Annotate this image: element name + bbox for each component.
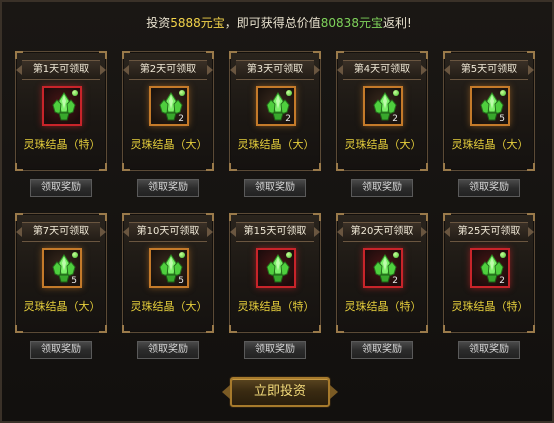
- item-quantity: 2: [499, 276, 505, 286]
- item-name: 灵珠结晶（大）: [344, 138, 422, 151]
- investment-panel: 投资5888元宝，即可获得总价值80838元宝返利! 第1天可领取 灵珠结晶（特…: [0, 0, 554, 423]
- item-quantity: 5: [71, 276, 77, 286]
- reward-card-day-7: 第7天可领取 5 灵珠结晶（大） 领取奖励: [15, 213, 107, 363]
- claim-reward-button[interactable]: 领取奖励: [458, 341, 520, 359]
- item-quantity: 5: [178, 276, 184, 286]
- bound-indicator-icon: [393, 90, 399, 96]
- item-slot[interactable]: 2: [256, 86, 296, 126]
- item-slot[interactable]: 2: [363, 86, 403, 126]
- item-name: 灵珠结晶（特）: [344, 300, 422, 313]
- header-suffix: 返利!: [382, 16, 412, 30]
- card-frame: 第20天可领取 2 灵珠结晶（特）: [336, 213, 428, 333]
- reward-card-day-3: 第3天可领取 2 灵珠结晶（大） 领取奖励: [229, 51, 321, 201]
- day-label: 第1天可领取: [16, 60, 106, 80]
- item-slot[interactable]: 5: [42, 248, 82, 288]
- card-frame: 第4天可领取 2 灵珠结晶（大）: [336, 51, 428, 171]
- claim-reward-button[interactable]: 领取奖励: [30, 341, 92, 359]
- day-label: 第15天可领取: [230, 222, 320, 242]
- item-name: 灵珠结晶（大）: [23, 300, 101, 313]
- reward-card-day-15: 第15天可领取 灵珠结晶（特） 领取奖励: [229, 213, 321, 363]
- header-middle: ，即可获得总价值: [224, 16, 321, 30]
- reward-card-day-25: 第25天可领取 2 灵珠结晶（特） 领取奖励: [443, 213, 535, 363]
- total-value: 80838元宝: [320, 16, 383, 30]
- bound-indicator-icon: [179, 90, 185, 96]
- card-frame: 第7天可领取 5 灵珠结晶（大）: [15, 213, 107, 333]
- item-slot[interactable]: 2: [363, 248, 403, 288]
- bound-indicator-icon: [286, 90, 292, 96]
- item-quantity: 2: [392, 114, 398, 124]
- investment-header: 投资5888元宝，即可获得总价值80838元宝返利!: [2, 14, 554, 31]
- item-slot[interactable]: 5: [470, 86, 510, 126]
- claim-reward-button[interactable]: 领取奖励: [137, 341, 199, 359]
- day-label: 第2天可领取: [123, 60, 213, 80]
- reward-card-day-4: 第4天可领取 2 灵珠结晶（大） 领取奖励: [336, 51, 428, 201]
- bound-indicator-icon: [286, 252, 292, 258]
- item-name: 灵珠结晶（大）: [130, 300, 208, 313]
- item-slot[interactable]: 2: [470, 248, 510, 288]
- claim-reward-button[interactable]: 领取奖励: [30, 179, 92, 197]
- claim-reward-button[interactable]: 领取奖励: [351, 341, 413, 359]
- day-label: 第5天可领取: [444, 60, 534, 80]
- item-quantity: 2: [285, 114, 291, 124]
- item-quantity: 5: [499, 114, 505, 124]
- card-frame: 第3天可领取 2 灵珠结晶（大）: [229, 51, 321, 171]
- reward-card-day-1: 第1天可领取 灵珠结晶（特） 领取奖励: [15, 51, 107, 201]
- day-label: 第10天可领取: [123, 222, 213, 242]
- item-quantity: 2: [392, 276, 398, 286]
- claim-reward-button[interactable]: 领取奖励: [244, 179, 306, 197]
- item-name: 灵珠结晶（大）: [130, 138, 208, 151]
- reward-card-day-20: 第20天可领取 2 灵珠结晶（特） 领取奖励: [336, 213, 428, 363]
- reward-card-day-2: 第2天可领取 2 灵珠结晶（大） 领取奖励: [122, 51, 214, 201]
- item-name: 灵珠结晶（特）: [451, 300, 529, 313]
- card-frame: 第1天可领取 灵珠结晶（特）: [15, 51, 107, 171]
- reward-card-day-10: 第10天可领取 5 灵珠结晶（大） 领取奖励: [122, 213, 214, 363]
- day-label: 第7天可领取: [16, 222, 106, 242]
- item-slot[interactable]: 2: [149, 86, 189, 126]
- claim-reward-button[interactable]: 领取奖励: [244, 341, 306, 359]
- bound-indicator-icon: [393, 252, 399, 258]
- green-crystal-icon: [266, 254, 290, 283]
- claim-reward-button[interactable]: 领取奖励: [458, 179, 520, 197]
- bound-indicator-icon: [72, 252, 78, 258]
- day-label: 第20天可领取: [337, 222, 427, 242]
- item-name: 灵珠结晶（特）: [23, 138, 101, 151]
- item-name: 灵珠结晶（特）: [237, 300, 315, 313]
- claim-reward-button[interactable]: 领取奖励: [137, 179, 199, 197]
- item-slot[interactable]: [256, 248, 296, 288]
- claim-reward-button[interactable]: 领取奖励: [351, 179, 413, 197]
- reward-card-day-5: 第5天可领取 5 灵珠结晶（大） 领取奖励: [443, 51, 535, 201]
- invest-amount: 5888元宝: [170, 16, 225, 30]
- bound-indicator-icon: [500, 90, 506, 96]
- item-name: 灵珠结晶（大）: [451, 138, 529, 151]
- header-prefix: 投资: [146, 16, 171, 30]
- invest-now-button[interactable]: 立即投资: [230, 377, 330, 407]
- card-frame: 第5天可领取 5 灵珠结晶（大）: [443, 51, 535, 171]
- bound-indicator-icon: [72, 90, 78, 96]
- card-frame: 第15天可领取 灵珠结晶（特）: [229, 213, 321, 333]
- bound-indicator-icon: [500, 252, 506, 258]
- green-crystal-icon: [52, 92, 76, 121]
- day-label: 第4天可领取: [337, 60, 427, 80]
- day-label: 第3天可领取: [230, 60, 320, 80]
- item-slot[interactable]: 5: [149, 248, 189, 288]
- card-frame: 第2天可领取 2 灵珠结晶（大）: [122, 51, 214, 171]
- item-slot[interactable]: [42, 86, 82, 126]
- card-frame: 第10天可领取 5 灵珠结晶（大）: [122, 213, 214, 333]
- bound-indicator-icon: [179, 252, 185, 258]
- item-quantity: 2: [178, 114, 184, 124]
- day-label: 第25天可领取: [444, 222, 534, 242]
- item-name: 灵珠结晶（大）: [237, 138, 315, 151]
- card-frame: 第25天可领取 2 灵珠结晶（特）: [443, 213, 535, 333]
